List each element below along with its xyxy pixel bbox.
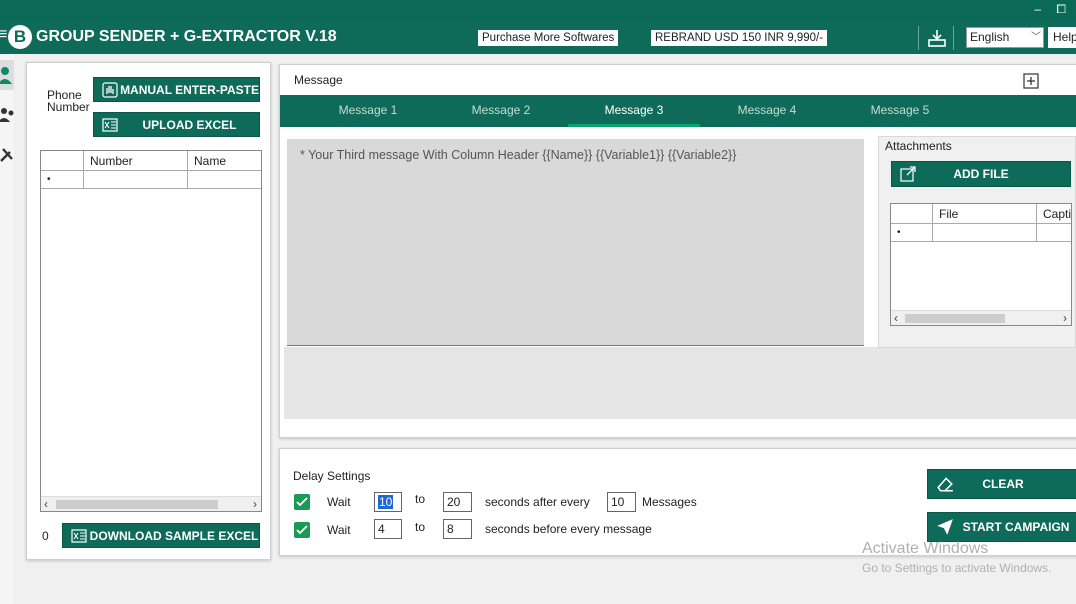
window-top-bar: – ⧠ — [0, 0, 1076, 20]
new-row-marker: • — [41, 171, 84, 189]
download-sample-excel-button[interactable]: DOWNLOAD SAMPLE EXCEL — [62, 523, 260, 548]
tab-message-4[interactable]: Message 4 — [701, 95, 833, 127]
delay-row1-checkbox[interactable] — [294, 494, 310, 510]
delay-row1-min-input[interactable]: 10 — [374, 492, 402, 512]
messages-label: Messages — [642, 495, 697, 509]
send-icon — [937, 519, 953, 535]
tools-icon — [0, 148, 13, 162]
chevron-down-icon: ﹀ — [1031, 32, 1041, 43]
message-panel-title: Message — [294, 73, 343, 87]
delay-row1-min-value: 10 — [378, 495, 394, 509]
download-tray-icon[interactable] — [918, 26, 954, 50]
add-file-button[interactable]: ADD FILE — [891, 161, 1071, 187]
attachments-group: Attachments ADD FILE File Capti • ‹ › — [878, 136, 1076, 348]
activate-windows-hint: Go to Settings to activate Windows. — [862, 561, 1052, 575]
new-row-file-cell[interactable] — [933, 224, 1037, 242]
seconds-after-every-label: seconds after every — [485, 495, 590, 509]
column-header-file[interactable]: File — [933, 204, 1037, 224]
attachments-table[interactable]: File Capti • ‹ › — [890, 203, 1072, 326]
eraser-icon — [937, 477, 953, 492]
expand-icon[interactable] — [1023, 73, 1039, 89]
seconds-before-every-message-label: seconds before every message — [485, 522, 652, 536]
hand-icon — [102, 81, 118, 98]
attachments-table-scrollbar[interactable]: ‹ › — [891, 310, 1071, 325]
app-logo: B — [8, 25, 32, 49]
attachments-title: Attachments — [885, 139, 952, 153]
numbers-table[interactable]: Number Name • ‹ › — [40, 150, 262, 512]
manual-enter-paste-button[interactable]: MANUAL ENTER-PASTE — [93, 77, 260, 102]
column-header-caption[interactable]: Capti — [1037, 204, 1071, 224]
clear-label: CLEAR — [982, 477, 1024, 491]
sidebar-item-group[interactable] — [0, 100, 14, 130]
message-count-input[interactable]: 10 — [607, 492, 636, 512]
message-textarea[interactable]: * Your Third message With Column Header … — [287, 139, 864, 346]
scroll-right-icon[interactable]: › — [1063, 311, 1067, 325]
delay-row2-min-input[interactable]: 4 — [374, 519, 402, 539]
scroll-thumb[interactable] — [905, 314, 1005, 323]
user-icon — [0, 67, 12, 84]
app-title: GROUP SENDER + G-EXTRACTOR V.18 — [36, 28, 337, 45]
new-row-marker: • — [891, 224, 933, 242]
delay-row2-max-input[interactable]: 8 — [443, 519, 472, 539]
upload-excel-label: UPLOAD EXCEL — [142, 117, 237, 132]
column-header-name[interactable]: Name — [188, 151, 261, 171]
to-label: to — [415, 520, 426, 534]
scroll-left-icon[interactable]: ‹ — [894, 311, 898, 325]
help-button[interactable]: Help — [1048, 27, 1076, 48]
scroll-left-icon[interactable]: ‹ — [44, 497, 48, 511]
wait-label: Wait — [327, 523, 351, 537]
rebrand-button[interactable]: REBRAND USD 150 INR 9,990/- — [651, 30, 828, 46]
excel-icon — [71, 528, 87, 543]
to-label: to — [415, 492, 426, 506]
tab-message-1[interactable]: Message 1 — [302, 95, 434, 127]
numbers-table-scrollbar[interactable]: ‹ › — [41, 496, 261, 511]
language-value: English — [970, 30, 1010, 44]
purchase-more-button[interactable]: Purchase More Softwares — [478, 30, 619, 46]
phone-number-label: Phone Number — [47, 88, 90, 114]
add-file-label: ADD FILE — [953, 167, 1009, 181]
external-link-icon — [900, 166, 916, 182]
manual-enter-paste-label: MANUAL ENTER-PASTE — [120, 82, 259, 97]
start-campaign-label: START CAMPAIGN — [962, 520, 1070, 534]
tab-message-3[interactable]: Message 3 — [568, 95, 700, 127]
menu-icon[interactable]: ≡ — [0, 26, 7, 44]
tab-message-5[interactable]: Message 5 — [834, 95, 966, 127]
scroll-thumb[interactable] — [56, 500, 218, 509]
number-count: 0 — [42, 529, 49, 543]
sidebar-item-user[interactable] — [0, 60, 14, 90]
window-controls[interactable]: – ⧠ — [1034, 2, 1072, 17]
new-row-caption-cell[interactable] — [1037, 224, 1071, 242]
delay-row1-max-input[interactable]: 20 — [443, 492, 472, 512]
scroll-right-icon[interactable]: › — [253, 497, 257, 511]
delay-settings-title: Delay Settings — [293, 469, 371, 483]
language-select[interactable]: English ﹀ — [966, 27, 1044, 48]
activate-windows-watermark: Activate Windows — [862, 540, 989, 557]
sidebar-item-tools[interactable] — [0, 140, 14, 170]
group-icon — [0, 108, 14, 122]
download-sample-excel-label: DOWNLOAD SAMPLE EXCEL — [89, 528, 259, 543]
message-tabs: Message 1 Message 2 Message 3 Message 4 … — [280, 95, 1076, 127]
new-row-number-cell[interactable] — [84, 171, 188, 189]
column-header-number[interactable]: Number — [84, 151, 188, 171]
sidebar — [0, 54, 14, 604]
wait-label: Wait — [327, 495, 351, 509]
start-campaign-button[interactable]: START CAMPAIGN — [927, 512, 1076, 542]
row-header-corner — [41, 151, 84, 171]
message-lower-area — [284, 347, 1076, 419]
new-row-name-cell[interactable] — [188, 171, 261, 189]
phone-numbers-panel: Phone Number MANUAL ENTER-PASTE UPLOAD E… — [26, 62, 271, 560]
upload-excel-button[interactable]: UPLOAD EXCEL — [93, 112, 260, 137]
tab-message-2[interactable]: Message 2 — [435, 95, 567, 127]
delay-row2-checkbox[interactable] — [294, 522, 310, 538]
app-title-bar: ≡ B GROUP SENDER + G-EXTRACTOR V.18 Purc… — [0, 20, 1076, 54]
clear-button[interactable]: CLEAR — [927, 469, 1076, 499]
excel-icon — [102, 117, 118, 132]
row-header-corner — [891, 204, 933, 224]
